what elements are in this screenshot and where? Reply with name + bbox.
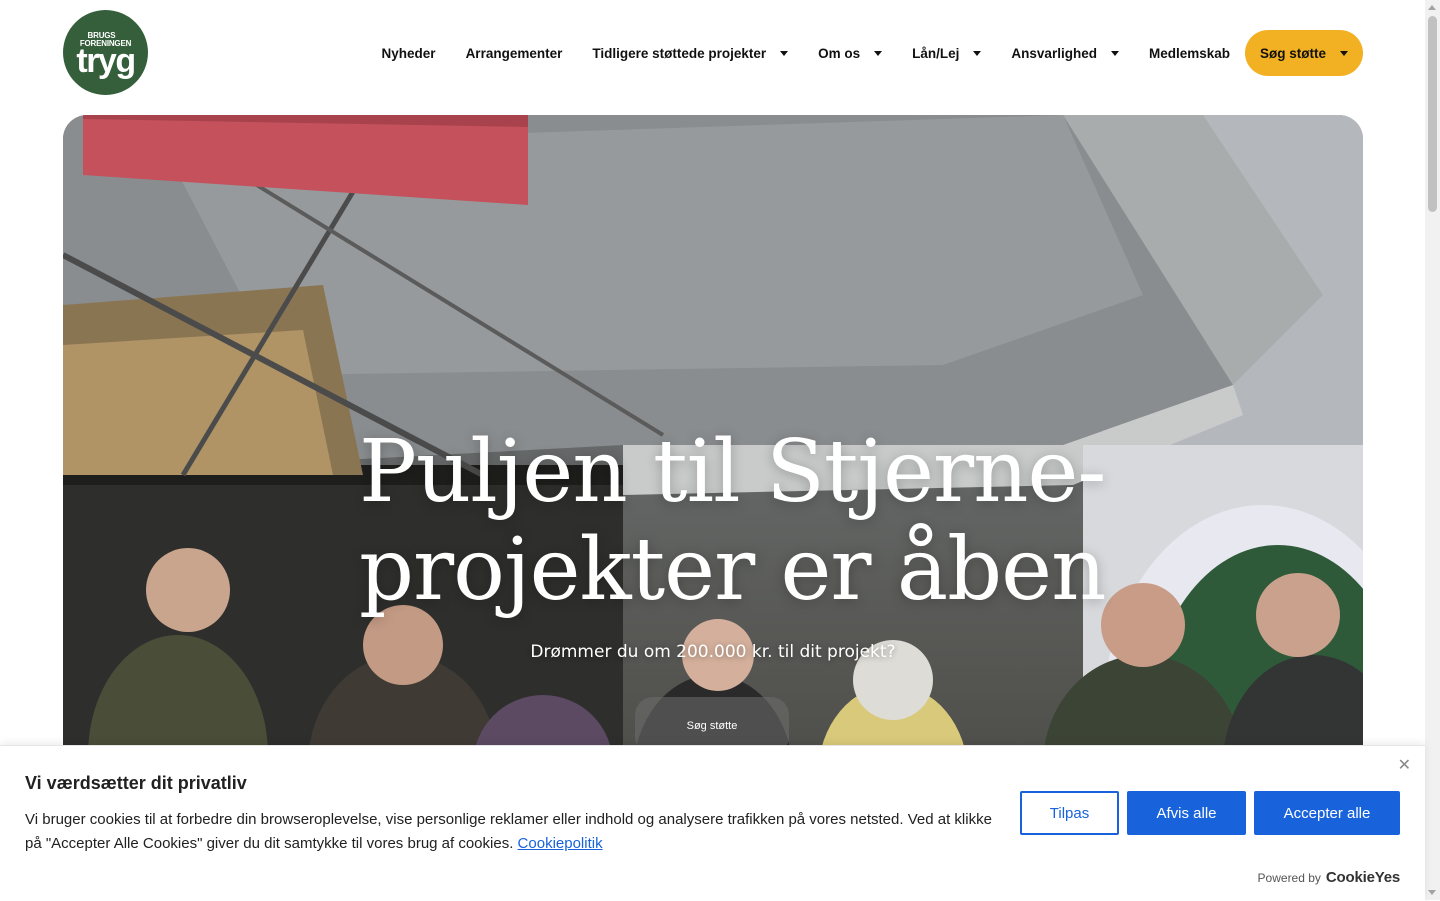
caret-down-icon — [973, 50, 982, 56]
nav-item-medlemskab[interactable]: Medlemskab — [1134, 30, 1245, 76]
scrollbar-thumb[interactable] — [1428, 16, 1437, 212]
cookie-reject-all-button[interactable]: Afvis alle — [1127, 791, 1246, 835]
scroll-up-arrow-icon[interactable] — [1428, 5, 1436, 10]
nav-item-ansvarlighed[interactable]: Ansvarlighed — [996, 30, 1134, 76]
hero-button-label: Søg støtte — [686, 720, 738, 732]
nav-item-arrangementer[interactable]: Arrangementer — [451, 30, 578, 76]
caret-down-icon — [874, 50, 883, 56]
cookie-policy-link[interactable]: Cookiepolitik — [518, 835, 603, 852]
caret-down-icon — [1110, 50, 1119, 56]
nav-cta-label: Søg støtte — [1260, 45, 1326, 61]
nav-item-nyheder[interactable]: Nyheder — [367, 30, 451, 76]
nav-item-label: Tidligere støttede projekter — [592, 45, 767, 61]
hero-title-line1: Puljen til Stjerne- — [359, 422, 1106, 522]
nav-item-tidligere-stottede-projekter[interactable]: Tidligere støttede projekter — [577, 30, 803, 76]
nav-item-om-os[interactable]: Om os — [803, 30, 897, 76]
nav-item-label: Om os — [818, 45, 861, 61]
powered-by-label: Powered by — [1257, 871, 1321, 885]
cookie-consent-banner: ✕ Vi værdsætter dit privatliv Vi bruger … — [0, 745, 1425, 901]
powered-by-cookieyes: Powered by CookieYes — [1257, 869, 1401, 886]
hero-title: Puljen til Stjerne- projekter er åben — [359, 423, 1119, 619]
nav-item-label: Medlemskab — [1148, 45, 1230, 61]
hero-title-line2: projekter er åben — [359, 520, 1106, 620]
nav-item-laan-lej[interactable]: Lån/Lej — [897, 30, 996, 76]
hero-banner: Puljen til Stjerne- projekter er åben Dr… — [63, 115, 1363, 815]
cookie-accept-all-button[interactable]: Accepter alle — [1254, 791, 1400, 835]
cookie-description-text: Vi bruger cookies til at forbedre din br… — [25, 811, 992, 852]
close-icon[interactable]: ✕ — [1398, 755, 1411, 775]
cookie-customize-button[interactable]: Tilpas — [1020, 791, 1119, 835]
page-scrollbar[interactable] — [1425, 0, 1440, 900]
caret-down-icon — [1340, 50, 1348, 56]
cookie-banner-description: Vi bruger cookies til at forbedre din br… — [25, 808, 1000, 856]
cookieyes-logo: CookieYes — [1325, 869, 1400, 886]
nav-item-label: Arrangementer — [465, 45, 563, 61]
hero-subtitle: Drømmer du om 200.000 kr. til dit projek… — [530, 642, 896, 662]
site-logo[interactable]: BRUGS FORENINGEN tryg — [63, 10, 148, 95]
nav-cta-sog-stotte-button[interactable]: Søg støtte — [1245, 30, 1363, 76]
nav-item-label: Ansvarlighed — [1011, 45, 1097, 61]
caret-down-icon — [780, 50, 789, 56]
nav-item-label: Lån/Lej — [912, 45, 960, 61]
scroll-down-arrow-icon[interactable] — [1428, 890, 1436, 895]
nav-item-label: Nyheder — [381, 45, 436, 61]
cookie-banner-title: Vi værdsætter dit privatliv — [25, 773, 247, 793]
logo-text-brand: tryg — [76, 41, 136, 80]
main-navigation: Nyheder Arrangementer Tidligere støttede… — [367, 30, 1363, 76]
